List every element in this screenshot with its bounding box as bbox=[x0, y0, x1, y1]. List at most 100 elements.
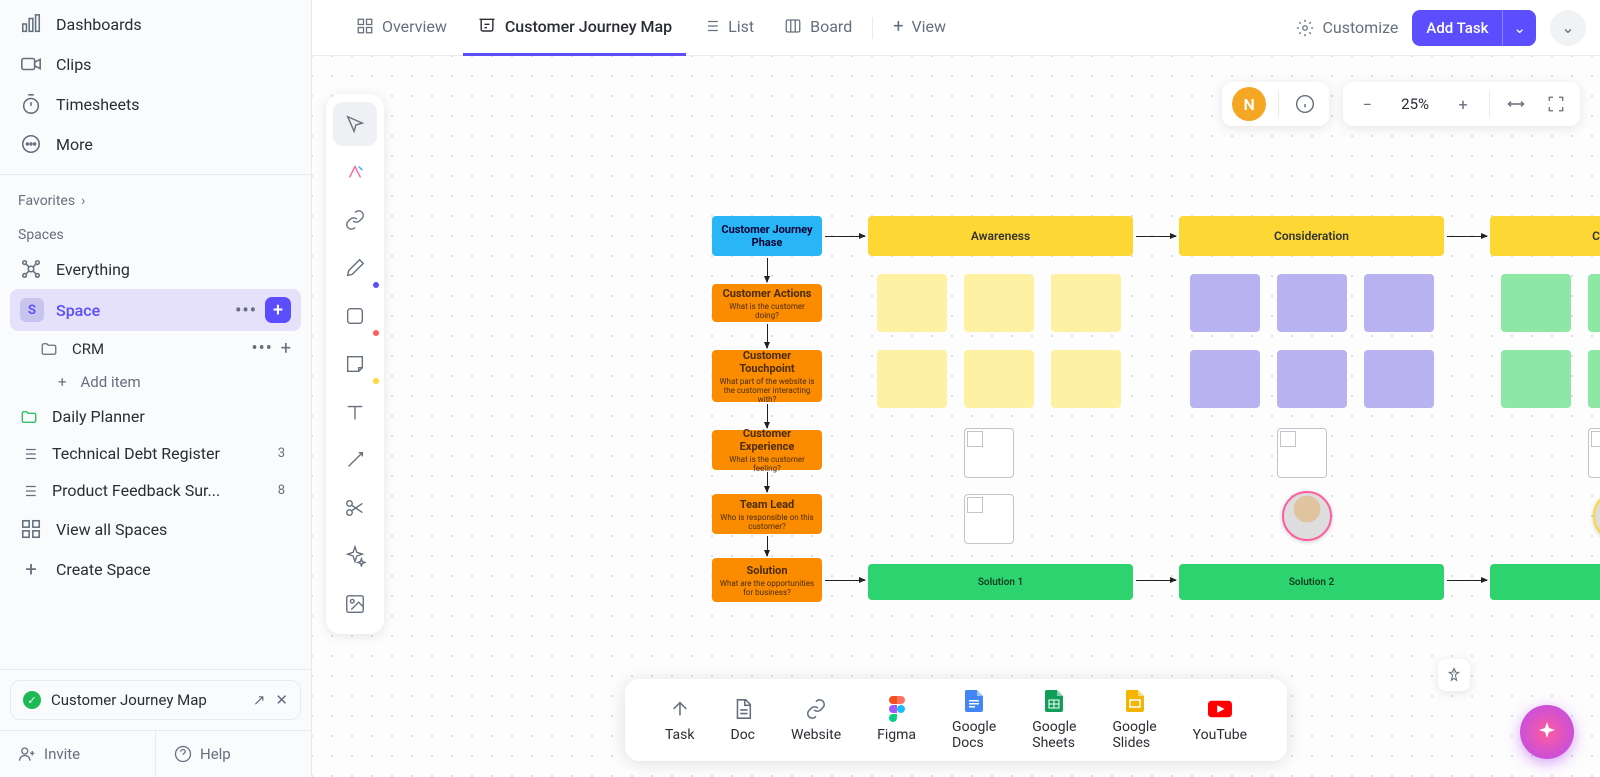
sidebar-item-label: View all Spaces bbox=[56, 520, 167, 539]
close-icon[interactable]: ✕ bbox=[275, 691, 288, 709]
sidebar-list-tech-debt[interactable]: Technical Debt Register 3 bbox=[10, 435, 301, 472]
insert-bar: Task Doc Website Figma Google Docs Googl… bbox=[625, 679, 1287, 761]
sticky-note[interactable] bbox=[964, 350, 1034, 408]
ai-fab-button[interactable] bbox=[1520, 705, 1574, 759]
open-external-icon[interactable]: ↗ bbox=[253, 691, 266, 709]
tool-sticky[interactable] bbox=[333, 342, 377, 386]
tool-cut[interactable] bbox=[333, 486, 377, 530]
diagram-header-phase[interactable]: Customer Journey Phase bbox=[712, 216, 822, 256]
info-button[interactable] bbox=[1287, 86, 1323, 122]
row-experience[interactable]: Customer ExperienceWhat is the customer … bbox=[712, 430, 822, 470]
solution-1[interactable]: Solution 1 bbox=[868, 564, 1133, 600]
sidebar-everything[interactable]: Everything bbox=[10, 249, 301, 289]
open-doc-pill[interactable]: ✓ Customer Journey Map ↗ ✕ bbox=[10, 680, 301, 720]
sidebar-more[interactable]: More bbox=[10, 124, 301, 164]
sidebar-dashboards[interactable]: Dashboards bbox=[10, 4, 301, 44]
chevron-down-icon[interactable]: ⌄ bbox=[1502, 10, 1536, 46]
user-plus-icon bbox=[18, 745, 36, 763]
tool-link[interactable] bbox=[333, 198, 377, 242]
insert-doc[interactable]: Doc bbox=[731, 697, 756, 743]
zoom-in-button[interactable]: + bbox=[1445, 86, 1481, 122]
insert-gdocs[interactable]: Google Docs bbox=[952, 689, 996, 751]
sticky-note[interactable] bbox=[1501, 350, 1571, 408]
sidebar-view-all[interactable]: View all Spaces bbox=[10, 509, 301, 549]
tool-ai[interactable] bbox=[333, 150, 377, 194]
fullscreen-button[interactable] bbox=[1538, 86, 1574, 122]
sticky-note[interactable] bbox=[1190, 350, 1260, 408]
phase-awareness[interactable]: Awareness bbox=[868, 216, 1133, 256]
fit-width-button[interactable] bbox=[1498, 86, 1534, 122]
insert-website[interactable]: Website bbox=[791, 697, 841, 743]
sticky-note[interactable] bbox=[964, 274, 1034, 332]
add-to-space-button[interactable]: + bbox=[265, 297, 291, 323]
invite-label: Invite bbox=[44, 745, 80, 763]
sticky-note[interactable] bbox=[1051, 350, 1121, 408]
team-lead-avatar[interactable] bbox=[1282, 491, 1332, 541]
sidebar-space-active[interactable]: S Space ••• + bbox=[10, 289, 301, 331]
sidebar-list-daily[interactable]: Daily Planner bbox=[10, 398, 301, 435]
row-solution[interactable]: SolutionWhat are the opportunities for b… bbox=[712, 558, 822, 602]
sticky-note[interactable] bbox=[1364, 350, 1434, 408]
help-link[interactable]: Help bbox=[155, 731, 311, 777]
sticky-note[interactable] bbox=[1588, 350, 1600, 408]
phase-conversion[interactable]: Conversion bbox=[1490, 216, 1600, 256]
tool-shape[interactable] bbox=[333, 294, 377, 338]
sticky-note[interactable] bbox=[877, 274, 947, 332]
sticky-note[interactable] bbox=[1364, 274, 1434, 332]
sidebar-crm[interactable]: CRM ••• + bbox=[30, 331, 301, 366]
tool-connector[interactable] bbox=[333, 438, 377, 482]
image-placeholder[interactable] bbox=[964, 428, 1014, 478]
favorites-header[interactable]: Favorites › bbox=[0, 181, 311, 215]
canvas[interactable]: N − 25% + Customer Journey Phase Awarene… bbox=[312, 56, 1600, 777]
sticky-note[interactable] bbox=[1588, 274, 1600, 332]
sticky-note[interactable] bbox=[1190, 274, 1260, 332]
sidebar-create-space[interactable]: + Create Space bbox=[10, 549, 301, 589]
tab-overview[interactable]: Overview bbox=[342, 0, 461, 56]
chevron-down-button[interactable]: ⌄ bbox=[1550, 10, 1586, 46]
sticky-note[interactable] bbox=[1277, 350, 1347, 408]
sidebar-clips[interactable]: Clips bbox=[10, 44, 301, 84]
image-placeholder[interactable] bbox=[964, 494, 1014, 544]
zoom-level: 25% bbox=[1389, 95, 1441, 113]
tool-sparkle[interactable] bbox=[333, 534, 377, 578]
add-icon[interactable]: + bbox=[281, 338, 291, 359]
insert-figma[interactable]: Figma bbox=[877, 697, 916, 743]
tool-pen[interactable] bbox=[333, 246, 377, 290]
row-team-lead[interactable]: Team LeadWho is responsible on this cust… bbox=[712, 494, 822, 534]
sticky-note[interactable] bbox=[1051, 274, 1121, 332]
customize-button[interactable]: Customize bbox=[1296, 18, 1398, 37]
image-placeholder[interactable] bbox=[1277, 428, 1327, 478]
tool-select[interactable] bbox=[333, 102, 377, 146]
sticky-note[interactable] bbox=[1277, 274, 1347, 332]
sidebar-timesheets[interactable]: Timesheets bbox=[10, 84, 301, 124]
pin-button[interactable] bbox=[1438, 659, 1470, 691]
row-touchpoint[interactable]: Customer TouchpointWhat part of the webs… bbox=[712, 350, 822, 402]
phase-consideration[interactable]: Consideration bbox=[1179, 216, 1444, 256]
tab-journey-map[interactable]: Customer Journey Map bbox=[463, 0, 686, 56]
insert-gsheets[interactable]: Google Sheets bbox=[1032, 689, 1076, 751]
sidebar-add-item[interactable]: + Add item bbox=[30, 366, 301, 398]
user-avatar[interactable]: N bbox=[1232, 87, 1266, 121]
zoom-out-button[interactable]: − bbox=[1349, 86, 1385, 122]
insert-gslides[interactable]: Google Slides bbox=[1112, 689, 1156, 751]
tool-image[interactable] bbox=[333, 582, 377, 626]
tab-list[interactable]: List bbox=[688, 0, 768, 56]
tool-text[interactable] bbox=[333, 390, 377, 434]
row-customer-actions[interactable]: Customer ActionsWhat is the customer doi… bbox=[712, 284, 822, 322]
add-task-button[interactable]: Add Task ⌄ bbox=[1412, 10, 1536, 46]
sidebar-list-feedback[interactable]: Product Feedback Sur... 8 bbox=[10, 472, 301, 509]
more-dots-icon[interactable]: ••• bbox=[252, 338, 273, 359]
sticky-note[interactable] bbox=[1501, 274, 1571, 332]
tab-add-view[interactable]: + View bbox=[879, 0, 960, 56]
insert-youtube[interactable]: YouTube bbox=[1193, 697, 1247, 743]
more-dots-icon[interactable]: ••• bbox=[235, 300, 257, 321]
tab-board[interactable]: Board bbox=[770, 0, 866, 56]
solution-3[interactable]: Solution 3 bbox=[1490, 564, 1600, 600]
invite-link[interactable]: Invite bbox=[0, 731, 155, 777]
image-placeholder[interactable] bbox=[1588, 428, 1600, 478]
add-task-label: Add Task bbox=[1412, 19, 1502, 37]
sidebar-item-label: Add item bbox=[81, 373, 141, 391]
insert-task[interactable]: Task bbox=[665, 697, 695, 743]
solution-2[interactable]: Solution 2 bbox=[1179, 564, 1444, 600]
sticky-note[interactable] bbox=[877, 350, 947, 408]
